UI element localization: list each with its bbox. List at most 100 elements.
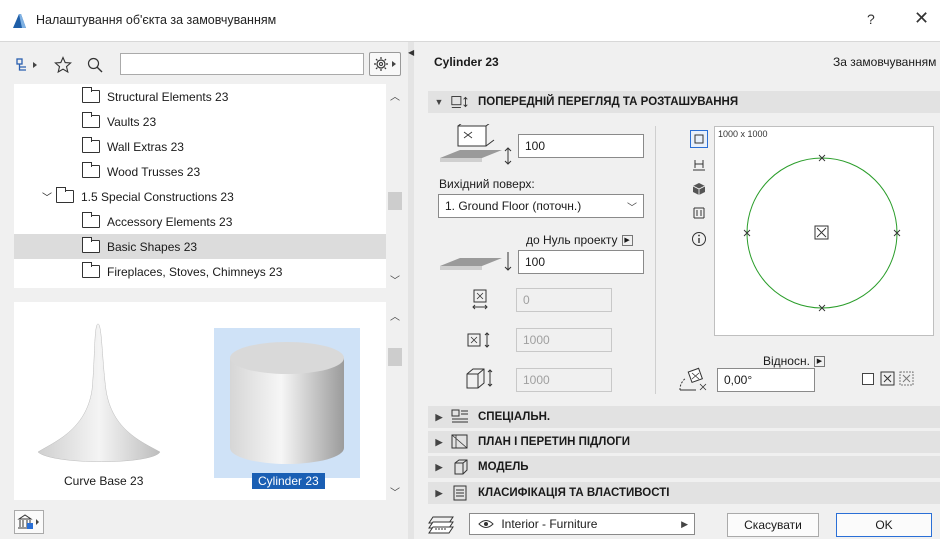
window-title: Налаштування об'єкта за замовчуванням [36, 13, 277, 27]
section-floorplan-title: ПЛАН І ПЕРЕТИН ПІДЛОГИ [478, 436, 631, 448]
section-special-title: СПЕЦІАЛЬН. [478, 411, 551, 423]
library-manager-button[interactable] [14, 510, 44, 534]
settings-mode: За замовчуванням [833, 55, 937, 69]
scroll-down-icon[interactable]: ﹀ [386, 272, 404, 287]
tree-item[interactable]: Basic Shapes 23 [14, 234, 386, 259]
folder-icon [82, 87, 100, 103]
section-model-header[interactable]: ▶ МОДЕЛЬ [428, 456, 940, 478]
tree-item-label: Vaults 23 [107, 114, 157, 129]
rotation-angle-icon [676, 366, 712, 394]
folder-icon [82, 237, 100, 253]
reference-level-label[interactable]: до Нуль проекту ▶ [526, 233, 633, 247]
tree-item[interactable]: Accessory Elements 23 [14, 209, 386, 234]
mirror-checkbox[interactable] [862, 373, 874, 385]
cylinder-plan-symbol [743, 154, 901, 312]
play-arrow-icon[interactable]: ▶ [813, 356, 825, 368]
preview-positioning-icon [450, 94, 470, 110]
panel-divider [655, 126, 656, 394]
collapse-arrow-icon[interactable]: ◀ [408, 48, 414, 57]
thumbnails-scrollbar[interactable]: ︿ ﹀ [386, 302, 404, 500]
folder-icon [82, 112, 100, 128]
panel-splitter[interactable]: ◀ [408, 42, 414, 539]
tree-item-label: Structural Elements 23 [107, 89, 229, 104]
3d-view-icon[interactable] [690, 180, 708, 198]
tree-item-label: 1.5 Special Constructions 23 [81, 189, 234, 204]
tree-item-label: Wall Extras 23 [107, 139, 184, 154]
help-button[interactable]: ? [867, 11, 875, 27]
section-preview-header[interactable]: ▼ ПОПЕРЕДНІЙ ПЕРЕГЛЯД ТА РОЗТАШУВАННЯ [428, 91, 940, 113]
section-classification-header[interactable]: ▶ КЛАСИФІКАЦІЯ ТА ВЛАСТИВОСТІ [428, 482, 940, 504]
library-tree-view-icon[interactable] [14, 54, 42, 76]
reference-level-text: до Нуль проекту [526, 233, 618, 247]
layer-value: Interior - Furniture [501, 517, 598, 531]
library-building-icon [17, 514, 39, 529]
special-settings-icon [450, 409, 470, 425]
scrollbar-thumb[interactable] [388, 192, 402, 210]
play-arrow-icon[interactable]: ▶ [621, 235, 633, 247]
folder-icon [56, 187, 74, 203]
thumbnail-curve-base[interactable] [32, 320, 164, 480]
library-settings-button[interactable] [369, 52, 401, 76]
close-button[interactable]: ✕ [914, 8, 929, 29]
tree-item[interactable]: ﹀ 1.5 Special Constructions 23 [14, 184, 386, 209]
library-footer [0, 506, 410, 539]
object-name: Cylinder 23 [434, 55, 499, 69]
library-search-input[interactable] [120, 53, 364, 75]
thumbnail-label-curve-base[interactable]: Curve Base 23 [64, 474, 143, 488]
tree-item[interactable]: Fireplaces, Stoves, Chimneys 23 [14, 259, 386, 284]
cancel-button[interactable]: Скасувати [727, 513, 819, 537]
elevation-view-icon[interactable] [690, 204, 708, 222]
curve-base-image [37, 323, 161, 462]
tree-scrollbar[interactable]: ︿ ﹀ [386, 84, 404, 288]
tree-item-label: Wood Trusses 23 [107, 164, 201, 179]
tree-item[interactable]: Vaults 23 [14, 109, 386, 134]
plan-view-icon[interactable] [690, 130, 708, 148]
section-special-header[interactable]: ▶ СПЕЦІАЛЬН. [428, 406, 940, 428]
scroll-down-icon[interactable]: ﹀ [386, 484, 404, 499]
object-preview[interactable]: 1000 x 1000 [714, 126, 934, 336]
favorites-star-icon[interactable] [52, 54, 74, 76]
thumbnail-cylinder[interactable] [214, 328, 360, 478]
object-thumbnails: Curve Base 23 Cylinder 23 [14, 302, 386, 500]
tree-item-label: Accessory Elements 23 [107, 214, 233, 229]
relative-rotation-label[interactable]: Відносн. ▶ [763, 354, 825, 368]
relative-text: Відносн. [763, 354, 810, 368]
search-icon[interactable] [84, 54, 106, 76]
anchor-mirror-icon[interactable] [899, 371, 917, 387]
rotation-angle-input[interactable]: 0,00° [717, 368, 815, 392]
tree-item-label: Basic Shapes 23 [107, 239, 198, 254]
elevation-input[interactable]: 100 [518, 134, 644, 158]
section-model-title: МОДЕЛЬ [478, 461, 529, 473]
anchor-point-icon[interactable] [880, 371, 896, 387]
tree-item[interactable]: Structural Elements 23 [14, 84, 386, 109]
home-story-label: Вихідний поверх: [439, 177, 535, 191]
reference-elevation-input[interactable]: 100 [518, 250, 644, 274]
thumbnail-label-cylinder[interactable]: Cylinder 23 [252, 473, 325, 489]
floor-plan-icon [450, 434, 470, 450]
depth-dimension-icon [466, 330, 494, 350]
tree-item[interactable]: Wood Trusses 23 [14, 159, 386, 184]
scroll-up-icon[interactable]: ︿ [386, 88, 404, 103]
depth-input[interactable]: 1000 [516, 328, 612, 352]
expand-chevron-icon[interactable]: ﹀ [14, 189, 56, 204]
section-preview-title: ПОПЕРЕДНІЙ ПЕРЕГЛЯД ТА РОЗТАШУВАННЯ [478, 96, 739, 108]
expand-arrow-icon: ▶ [435, 436, 443, 447]
section-view-icon[interactable] [690, 156, 708, 174]
height-dimension-icon [464, 366, 496, 390]
height-input[interactable]: 1000 [516, 368, 612, 392]
tree-item[interactable]: Wall Extras 23 [14, 134, 386, 159]
width-input[interactable]: 0 [516, 288, 612, 312]
classification-list-icon [450, 485, 470, 501]
layer-select[interactable]: Interior - Furniture ▶ [469, 513, 695, 535]
scroll-up-icon[interactable]: ︿ [386, 308, 404, 323]
section-floorplan-header[interactable]: ▶ ПЛАН І ПЕРЕТИН ПІДЛОГИ [428, 431, 940, 453]
gear-icon [374, 57, 396, 71]
info-icon[interactable] [690, 230, 708, 248]
folder-icon [82, 262, 100, 278]
scrollbar-thumb[interactable] [388, 348, 402, 366]
model-cube-icon [450, 459, 470, 475]
home-story-select[interactable]: 1. Ground Floor (поточн.) ﹀ [438, 194, 644, 218]
layer-settings-icon[interactable] [427, 513, 461, 535]
ok-button[interactable]: OK [836, 513, 932, 537]
expand-arrow-icon: ▶ [435, 411, 443, 422]
